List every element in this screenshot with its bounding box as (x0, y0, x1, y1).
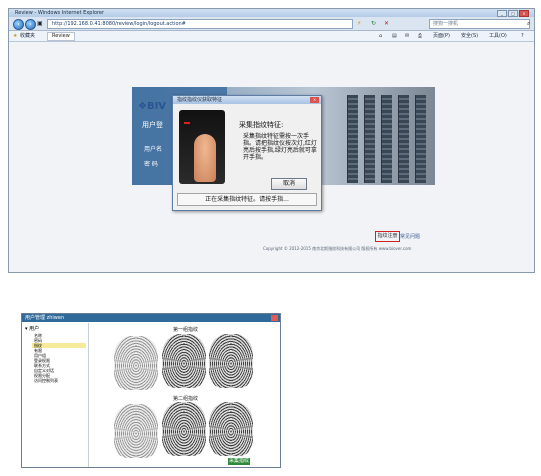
address-bar: ‹ › ▣ http://192.168.0.41:8080/review/lo… (9, 17, 534, 31)
login-title: 用户登 (142, 121, 163, 129)
search-input[interactable]: 搜狗一搜机 (429, 19, 530, 29)
fingerprint-scanner-image (179, 110, 225, 184)
fingerprint-image (114, 336, 158, 390)
favorites-bar: ★ 收藏夹 Review ⌂ ▤ ✉ ⎙ 页面(P) 安全(S) 工具(O) ? (9, 31, 534, 42)
dialog-title: 指纹指纹仪获取特征 (173, 96, 321, 104)
password-label: 密 码 (144, 161, 158, 168)
dialog-status: 正在采集指纹特征。请按手指... (177, 193, 317, 206)
menu-page[interactable]: 页面(P) (433, 32, 450, 40)
fingerprint-image (209, 402, 253, 456)
username-label: 用户名 (144, 146, 163, 153)
server-rack (398, 95, 409, 183)
page-icon: ▣ (37, 20, 43, 27)
feeds-icon[interactable]: ▤ (392, 32, 397, 40)
url-input[interactable]: http://192.168.0.41:8080/review/login/lo… (47, 19, 353, 29)
copyright: Copyright © 2012-2015 南京北斯指纹科技有限公司 版权所有 … (263, 246, 412, 251)
refresh-icon[interactable]: ↻ (371, 20, 376, 27)
back-icon[interactable]: ‹ (13, 19, 24, 30)
tree-root[interactable]: ▾ 用户 (25, 325, 39, 332)
server-rack (415, 95, 426, 183)
stop-icon[interactable]: ✕ (384, 20, 389, 27)
tab-review[interactable]: Review (47, 32, 75, 41)
fingerprint-image (162, 334, 206, 388)
print-icon[interactable]: ⎙ (418, 32, 422, 40)
tree-item[interactable]: 访问控制列表 (32, 378, 86, 383)
logo-text: ❖BIV (138, 101, 167, 112)
home-icon[interactable]: ⌂ (379, 32, 382, 40)
menu-tools[interactable]: 工具(O) (489, 32, 507, 40)
close-icon[interactable]: × (519, 10, 529, 17)
mail-icon[interactable]: ✉ (405, 32, 409, 40)
cancel-button[interactable]: 取消 (271, 178, 307, 190)
server-rack (364, 95, 375, 183)
window-title: Review - Windows Internet Explorer (15, 10, 104, 16)
menu-safety[interactable]: 安全(S) (461, 32, 478, 40)
dialog-instructions: 采集指纹特征需按一次手指。请把指纹仪按次灯,红灯亮后按手指,绿灯亮后就可拿开手指… (243, 133, 317, 161)
help-icon[interactable]: ? (521, 32, 524, 40)
compat-icon[interactable]: ⚡ (357, 20, 361, 27)
group-2-label: 第二组指纹 (173, 396, 199, 402)
favorites-label[interactable]: 收藏夹 (20, 32, 35, 40)
server-rack (347, 95, 358, 183)
finger-image (194, 134, 216, 182)
dialog-close-icon[interactable]: × (310, 97, 319, 103)
forward-icon[interactable]: › (25, 19, 36, 30)
fingerprint-dialog: 指纹指纹仪获取特征 × 采集指纹特征: 采集指纹特征需按一次手指。请把指纹仪按次… (172, 95, 322, 211)
window-titlebar: Review - Windows Internet Explorer _ □ × (9, 9, 534, 17)
server-rack (381, 95, 392, 183)
user-management-window: 用户管理 zhiwen ▾ 用户 名称 密码 指纹 有限 用户组 登录权限 联系… (21, 313, 281, 468)
fingerprint-image (114, 404, 158, 458)
search-icon[interactable]: ⌕ (527, 20, 530, 28)
dialog-heading: 采集指纹特征: (239, 121, 284, 129)
fingerprint-image (209, 334, 253, 388)
app-title: 用户管理 zhiwen (22, 314, 280, 322)
capture-fingerprint-button[interactable]: 采集指纹 (228, 458, 250, 465)
browser-window: Review - Windows Internet Explorer _ □ ×… (8, 8, 535, 273)
maximize-icon[interactable]: □ (508, 10, 518, 17)
minimize-icon[interactable]: _ (497, 10, 507, 17)
user-tree: ▾ 用户 名称 密码 指纹 有限 用户组 登录权限 联系方式 自定义对话 权限分… (22, 323, 89, 467)
close-icon[interactable] (271, 315, 278, 321)
fingerprint-register-link[interactable]: 指纹注册 (375, 231, 400, 242)
group-1-label: 第一组指纹 (173, 327, 199, 333)
scanner-led (184, 122, 190, 124)
fingerprint-image (162, 402, 206, 456)
star-icon[interactable]: ★ (13, 32, 17, 40)
faq-link[interactable]: 常见问题 (400, 233, 420, 240)
